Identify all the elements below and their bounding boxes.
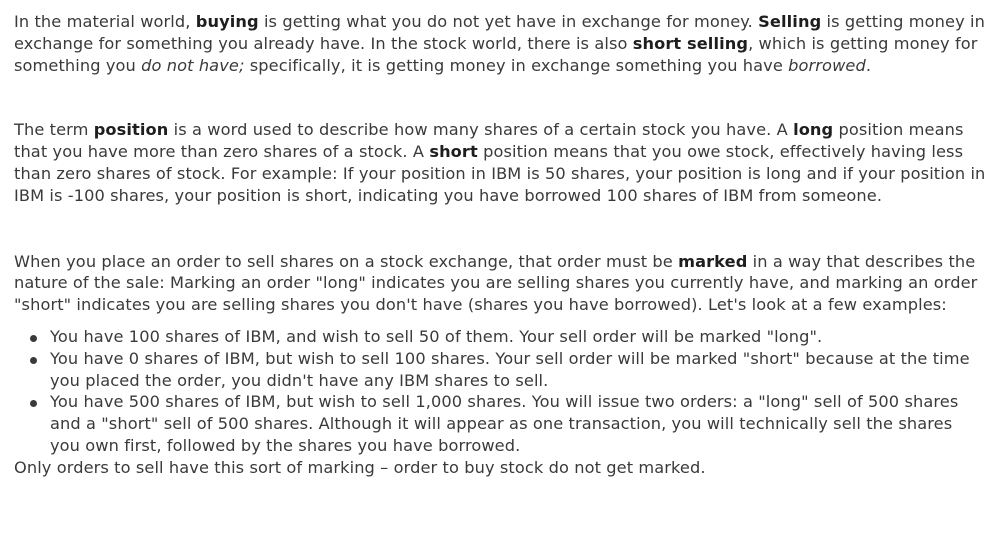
- text-run: is getting what you do not yet have in e…: [258, 12, 759, 31]
- text-run: In the material world,: [14, 12, 196, 31]
- paragraph-buying-selling: In the material world, buying is getting…: [14, 11, 986, 76]
- bullet-icon: [30, 400, 37, 408]
- bold-term: marked: [678, 251, 748, 271]
- text-run: The term: [14, 120, 94, 140]
- list-item-text: You have 500 shares of IBM, but wish to …: [50, 392, 959, 455]
- bold-term: position: [93, 120, 169, 140]
- examples-list: You have 100 shares of IBM, and wish to …: [14, 326, 986, 457]
- bold-term: Selling: [758, 12, 822, 31]
- bold-term: short selling: [632, 33, 749, 53]
- list-item-text: You have 100 shares of IBM, and wish to …: [50, 326, 823, 346]
- document-body: In the material world, buying is getting…: [0, 0, 1000, 479]
- list-item: You have 100 shares of IBM, and wish to …: [30, 326, 986, 348]
- text-run: .: [865, 55, 872, 75]
- list-item-text: You have 0 shares of IBM, but wish to se…: [50, 348, 970, 390]
- list-item: You have 500 shares of IBM, but wish to …: [30, 391, 986, 456]
- bold-term: buying: [195, 12, 259, 31]
- bullet-icon: [30, 334, 37, 342]
- text-run: When you place an order to sell shares o…: [14, 251, 679, 271]
- italic-phrase: do not have;: [141, 55, 245, 75]
- italic-phrase: borrowed: [788, 55, 866, 75]
- paragraph-position: The term position is a word used to desc…: [14, 119, 986, 206]
- bold-term: short: [429, 142, 478, 162]
- list-item: You have 0 shares of IBM, but wish to se…: [30, 348, 986, 392]
- paragraph-marking: When you place an order to sell shares o…: [14, 251, 986, 316]
- text-run: specifically, it is getting money in exc…: [244, 55, 789, 75]
- text-run: is a word used to describe how many shar…: [168, 120, 794, 140]
- bullet-icon: [30, 356, 37, 364]
- closing-note: Only orders to sell have this sort of ma…: [14, 457, 706, 477]
- bold-term: long: [793, 120, 834, 140]
